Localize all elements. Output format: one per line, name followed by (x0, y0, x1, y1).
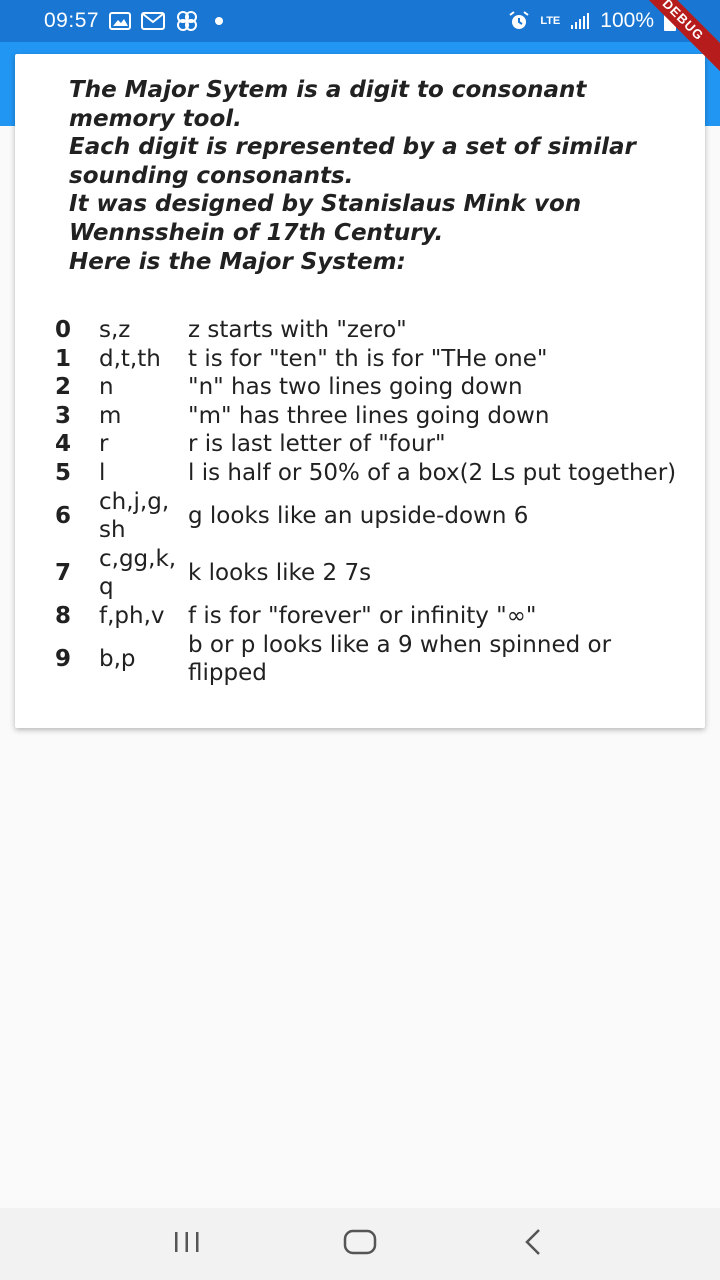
lte-icon: LTE (540, 15, 561, 27)
alarm-icon (508, 10, 530, 32)
mnemonic-cell: "n" has two lines going down (188, 374, 523, 401)
digit-cell: 9 (55, 645, 72, 672)
table-row: 0 s,z z starts with "zero" (55, 316, 695, 345)
digit-cell: 0 (55, 317, 72, 343)
table-row: 9 b,p b or p looks like a 9 when spinned… (55, 631, 695, 688)
consonants-cell: m (99, 402, 122, 429)
table-row: 3 m "m" has three lines going down (55, 402, 695, 431)
status-right: LTE 100% (508, 9, 676, 33)
mnemonic-cell: k looks like 2 7s (188, 560, 372, 587)
mnemonic-cell: g looks like an upside-down 6 (188, 502, 529, 529)
table-row: 7 c,gg,k, q k looks like 2 7s (55, 545, 695, 602)
consonants-cell: s,z (99, 317, 131, 343)
consonants-cell: c,gg,k, q (99, 545, 177, 601)
digit-cell: 3 (55, 402, 72, 429)
major-system-table: 0 s,z z starts with "zero" 1 d,t,th t is… (55, 316, 695, 688)
notification-dot-icon (215, 17, 224, 25)
mnemonic-cell: l is half or 50% of a box(2 Ls put toget… (188, 459, 677, 486)
table-row: 5 l l is half or 50% of a box(2 Ls put t… (55, 459, 695, 488)
digit-cell: 1 (55, 345, 72, 372)
recent-apps-button[interactable] (147, 1214, 227, 1274)
consonants-cell: l (99, 459, 106, 486)
home-button[interactable] (320, 1214, 400, 1274)
status-bar: 09:57 LTE 100% (0, 0, 720, 42)
intro-line-2: Each digit is represented by a set of si… (69, 134, 636, 189)
status-left: 09:57 (44, 9, 224, 33)
consonants-cell: ch,j,g, sh (99, 488, 170, 544)
battery-label: 100% (600, 9, 654, 32)
network-label: LTE (540, 15, 561, 27)
intro-line-1: The Major Sytem is a digit to consonant … (69, 77, 587, 132)
back-icon (521, 1227, 545, 1261)
home-icon (343, 1228, 377, 1260)
consonants-cell: r (99, 431, 109, 458)
table-row: 4 r r is last letter of "four" (55, 430, 695, 459)
mnemonic-cell: f is for "forever" or infinity "∞" (188, 602, 537, 629)
back-button[interactable] (493, 1214, 573, 1274)
mnemonic-cell: r is last letter of "four" (188, 431, 446, 458)
info-card: The Major Sytem is a digit to consonant … (15, 54, 705, 728)
consonants-cell: d,t,th (99, 345, 161, 372)
digit-cell: 7 (55, 560, 72, 587)
mnemonic-cell: b or p looks like a 9 when spinned or fl… (188, 631, 612, 687)
table-row: 1 d,t,th t is for "ten" th is for "THe o… (55, 345, 695, 374)
digit-cell: 2 (55, 374, 72, 401)
mnemonic-cell: z starts with "zero" (188, 317, 407, 343)
digit-cell: 4 (55, 431, 72, 458)
mnemonic-cell: "m" has three lines going down (188, 402, 550, 429)
gmail-icon (141, 12, 166, 30)
digit-cell: 6 (55, 502, 72, 529)
intro-text: The Major Sytem is a digit to consonant … (69, 76, 669, 276)
digit-cell: 5 (55, 459, 72, 486)
consonants-cell: n (99, 374, 114, 401)
table-row: 8 f,ph,v f is for "forever" or infinity … (55, 602, 695, 631)
table-row: 6 ch,j,g, sh g looks like an upside-down… (55, 488, 695, 545)
recent-apps-icon (172, 1230, 202, 1258)
signal-icon (570, 13, 590, 29)
intro-line-4: Here is the Major System: (69, 248, 406, 275)
consonants-cell: f,ph,v (99, 602, 165, 629)
pinwheel-icon (175, 10, 199, 32)
system-nav-bar (0, 1208, 720, 1280)
mnemonic-cell: t is for "ten" th is for "THe one" (188, 345, 548, 372)
status-time: 09:57 (44, 9, 100, 32)
digit-cell: 8 (55, 602, 72, 629)
consonants-cell: b,p (99, 645, 136, 672)
table-row: 2 n "n" has two lines going down (55, 373, 695, 402)
intro-line-3: It was designed by Stanislaus Mink von W… (69, 191, 582, 246)
gallery-icon (109, 12, 132, 30)
